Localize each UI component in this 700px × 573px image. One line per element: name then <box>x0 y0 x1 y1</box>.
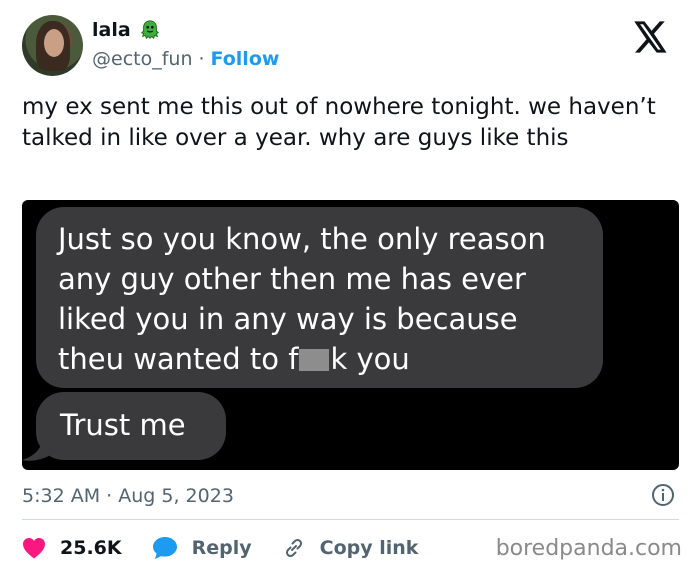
message-text: theu wanted to f <box>58 342 299 376</box>
reply-button[interactable]: Reply <box>152 536 252 560</box>
follow-button[interactable]: Follow <box>211 48 280 70</box>
tweet-actions: 25.6K Reply Copy link <box>22 533 448 563</box>
tweet-header: lala @ecto_fun · Follow <box>22 15 682 79</box>
ecto-ghost-badge-icon <box>140 20 159 40</box>
watermark: boredpanda.com <box>495 536 682 561</box>
message-text: k you <box>330 342 410 376</box>
message-line: any guy other then me has ever <box>58 262 526 296</box>
tweet-time: 5:32 AM <box>22 485 101 507</box>
author-name-row: lala <box>92 19 161 41</box>
message-bubble: Trust me <box>36 392 226 460</box>
separator-dot: · <box>106 485 113 507</box>
copy-link-label: Copy link <box>319 537 419 559</box>
like-button[interactable]: 25.6K <box>22 537 122 559</box>
avatar[interactable] <box>22 15 83 76</box>
tweet-timestamp[interactable]: 5:32 AM · Aug 5, 2023 <box>22 485 234 507</box>
censor-bar <box>299 349 330 371</box>
tweet-text: my ex sent me this out of nowhere tonigh… <box>22 94 656 151</box>
separator-dot: · <box>198 48 205 70</box>
message-bubble: Just so you know, the only reason any gu… <box>36 207 603 388</box>
reply-label: Reply <box>191 537 252 559</box>
copy-link-button[interactable]: Copy link <box>282 536 419 560</box>
author-name[interactable]: lala <box>92 19 131 41</box>
message-line: Just so you know, the only reason <box>58 222 546 256</box>
bubble-tail <box>22 432 52 461</box>
author-handle-row: @ecto_fun · Follow <box>92 48 279 70</box>
link-icon <box>285 538 302 558</box>
tweet-date: Aug 5, 2023 <box>118 485 234 507</box>
x-logo-icon[interactable] <box>634 21 668 53</box>
message-text: Trust me <box>60 408 186 442</box>
like-count: 25.6K <box>60 537 122 559</box>
heart-icon <box>23 538 45 559</box>
divider <box>22 519 679 520</box>
author-handle[interactable]: @ecto_fun <box>92 48 192 70</box>
info-icon[interactable] <box>651 483 675 507</box>
message-line: liked you in any way is because <box>58 302 518 336</box>
tweet-media-image[interactable]: Just so you know, the only reason any gu… <box>22 200 679 470</box>
message-line: theu wanted to f k you <box>58 339 581 379</box>
speech-bubble-icon <box>152 537 177 559</box>
